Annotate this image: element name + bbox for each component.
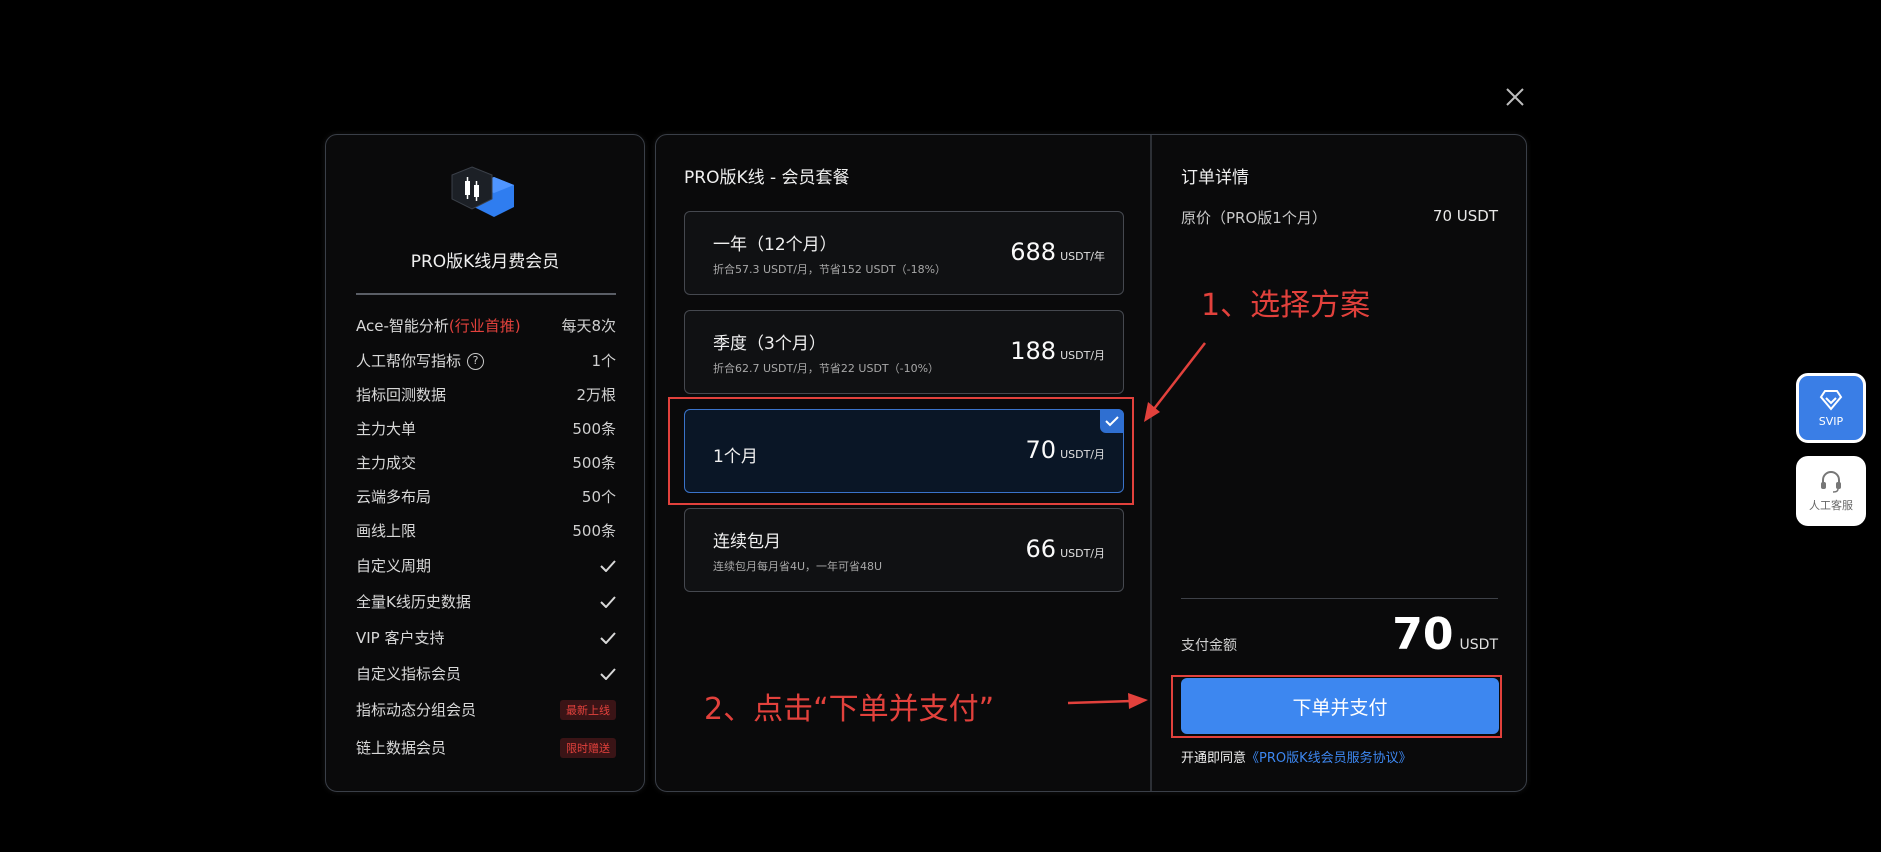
- headset-icon: [1821, 471, 1841, 493]
- plan-option-auto-renew[interactable]: 连续包月 连续包月每月省4U，一年可省48U 66 USDT/月: [684, 508, 1124, 592]
- feature-row: 画线上限 500条: [356, 520, 616, 541]
- pay-amount: 70 USDT: [1392, 609, 1498, 660]
- plans-title: PRO版K线 - 会员套餐: [684, 168, 850, 188]
- svip-label: SVIP: [1818, 414, 1844, 428]
- plan-price: 688 USDT/年: [1010, 238, 1105, 266]
- plan-option-monthly[interactable]: 1个月 70 USDT/月: [684, 409, 1124, 493]
- check-icon: [600, 667, 616, 680]
- feature-label: 画线上限: [356, 522, 417, 540]
- close-icon: [1506, 88, 1524, 106]
- feature-value: 500条: [572, 522, 616, 540]
- plan-desc: 连续包月每月省4U，一年可省48U: [713, 560, 883, 573]
- order-title: 订单详情: [1181, 168, 1249, 188]
- pro-kline-logo: [444, 163, 528, 225]
- feature-value: 每天8次: [561, 317, 616, 335]
- plan-option-quarterly[interactable]: 季度（3个月） 折合62.7 USDT/月，节省22 USDT（-10%） 18…: [684, 310, 1124, 394]
- selected-check-icon: [1100, 409, 1124, 433]
- diamond-icon: [1819, 389, 1843, 411]
- plan-name: 连续包月: [713, 532, 781, 552]
- plan-name: 季度（3个月）: [713, 334, 826, 354]
- divider: [356, 293, 616, 295]
- feature-label: 指标回测数据: [356, 386, 447, 404]
- close-button[interactable]: [1502, 84, 1528, 110]
- check-icon: [600, 595, 616, 608]
- annotation-arrow-icon: [1144, 342, 1206, 422]
- plan-price-value: 66: [1025, 535, 1057, 563]
- feature-row: 云端多布局 50个: [356, 486, 616, 507]
- feature-label: 云端多布局: [356, 488, 432, 506]
- original-price-label: 原价（PRO版1个月）: [1181, 209, 1327, 227]
- feature-row: 链上数据会员 限时赠送: [356, 737, 616, 758]
- plan-price-unit: USDT/年: [1060, 250, 1105, 263]
- plan-price-value: 188: [1010, 337, 1057, 365]
- feature-row: 全量K线历史数据: [356, 591, 616, 612]
- feature-label: 人工帮你写指标?: [356, 350, 485, 371]
- annotation-arrow-icon: [1067, 693, 1148, 709]
- feature-label: 主力成交: [356, 454, 417, 472]
- new-badge: 最新上线: [560, 699, 616, 720]
- feature-row: 主力成交 500条: [356, 452, 616, 473]
- feature-row: 指标动态分组会员 最新上线: [356, 699, 616, 720]
- plan-desc: 折合62.7 USDT/月，节省22 USDT（-10%）: [713, 362, 940, 375]
- plan-price-unit: USDT/月: [1060, 448, 1105, 461]
- feature-label: 指标动态分组会员: [356, 701, 477, 719]
- feature-label: 全量K线历史数据: [356, 593, 471, 611]
- panel-divider: [1150, 135, 1152, 791]
- membership-title: PRO版K线月费会员: [410, 252, 560, 272]
- feature-row: 主力大单 500条: [356, 418, 616, 439]
- feature-label-text: 人工帮你写指标: [356, 352, 462, 370]
- plan-price-unit: USDT/月: [1060, 547, 1105, 560]
- agreement-text: 开通即同意《PRO版K线会员服务协议》: [1181, 747, 1412, 766]
- check-icon: [600, 631, 616, 644]
- plan-price-value: 688: [1010, 238, 1057, 266]
- feature-highlight: (行业首推): [448, 317, 521, 335]
- feature-value: 2万根: [576, 386, 616, 404]
- customer-service-button[interactable]: 人工客服: [1796, 456, 1866, 526]
- feature-label: Ace-智能分析(行业首推): [356, 315, 521, 336]
- agreement-link[interactable]: 《PRO版K线会员服务协议》: [1246, 751, 1412, 766]
- membership-benefits-card: PRO版K线月费会员 Ace-智能分析(行业首推) 每天8次 人工帮你写指标? …: [325, 134, 645, 792]
- plan-desc: 折合57.3 USDT/月，节省152 USDT（-18%）: [713, 263, 947, 276]
- pay-amount-unit: USDT: [1459, 637, 1498, 653]
- agreement-prefix: 开通即同意: [1181, 751, 1247, 766]
- pay-amount-label: 支付金额: [1181, 638, 1237, 654]
- feature-label: 链上数据会员: [356, 739, 447, 757]
- feature-label: 主力大单: [356, 420, 417, 438]
- feature-value: 1个: [591, 352, 616, 370]
- feature-row: Ace-智能分析(行业首推) 每天8次: [356, 315, 616, 336]
- original-price-value: 70 USDT: [1432, 207, 1498, 225]
- annotation-step1: 1、选择方案: [1201, 288, 1371, 323]
- plan-price-unit: USDT/月: [1060, 349, 1105, 362]
- gift-badge: 限时赠送: [560, 737, 616, 758]
- pay-amount-value: 70: [1392, 609, 1454, 660]
- place-order-pay-button[interactable]: 下单并支付: [1181, 678, 1499, 734]
- plan-price: 188 USDT/月: [1010, 337, 1105, 365]
- plan-price: 70 USDT/月: [1026, 436, 1105, 464]
- feature-label: 自定义周期: [356, 557, 432, 575]
- customer-service-label: 人工客服: [1809, 499, 1853, 512]
- plan-name: 1个月: [713, 447, 758, 467]
- feature-value: 50个: [581, 488, 616, 506]
- svip-button[interactable]: SVIP: [1796, 373, 1866, 443]
- check-icon: [600, 559, 616, 572]
- feature-value: 500条: [572, 454, 616, 472]
- plan-price-value: 70: [1025, 436, 1057, 464]
- plan-name: 一年（12个月）: [713, 235, 837, 255]
- divider: [1181, 598, 1498, 599]
- feature-value: 500条: [572, 420, 616, 438]
- feature-label: 自定义指标会员: [356, 665, 462, 683]
- feature-label: VIP 客户支持: [356, 629, 445, 647]
- annotation-step2: 2、点击“下单并支付”: [704, 692, 995, 727]
- feature-row: 自定义指标会员: [356, 663, 616, 684]
- feature-row: 自定义周期: [356, 555, 616, 576]
- feature-row: 人工帮你写指标? 1个: [356, 350, 616, 371]
- help-icon[interactable]: ?: [467, 353, 485, 370]
- plan-option-yearly[interactable]: 一年（12个月） 折合57.3 USDT/月，节省152 USDT（-18%） …: [684, 211, 1124, 295]
- feature-label-text: Ace-智能分析: [356, 317, 449, 335]
- feature-row: VIP 客户支持: [356, 627, 616, 648]
- plan-price: 66 USDT/月: [1026, 535, 1105, 563]
- feature-row: 指标回测数据 2万根: [356, 384, 616, 405]
